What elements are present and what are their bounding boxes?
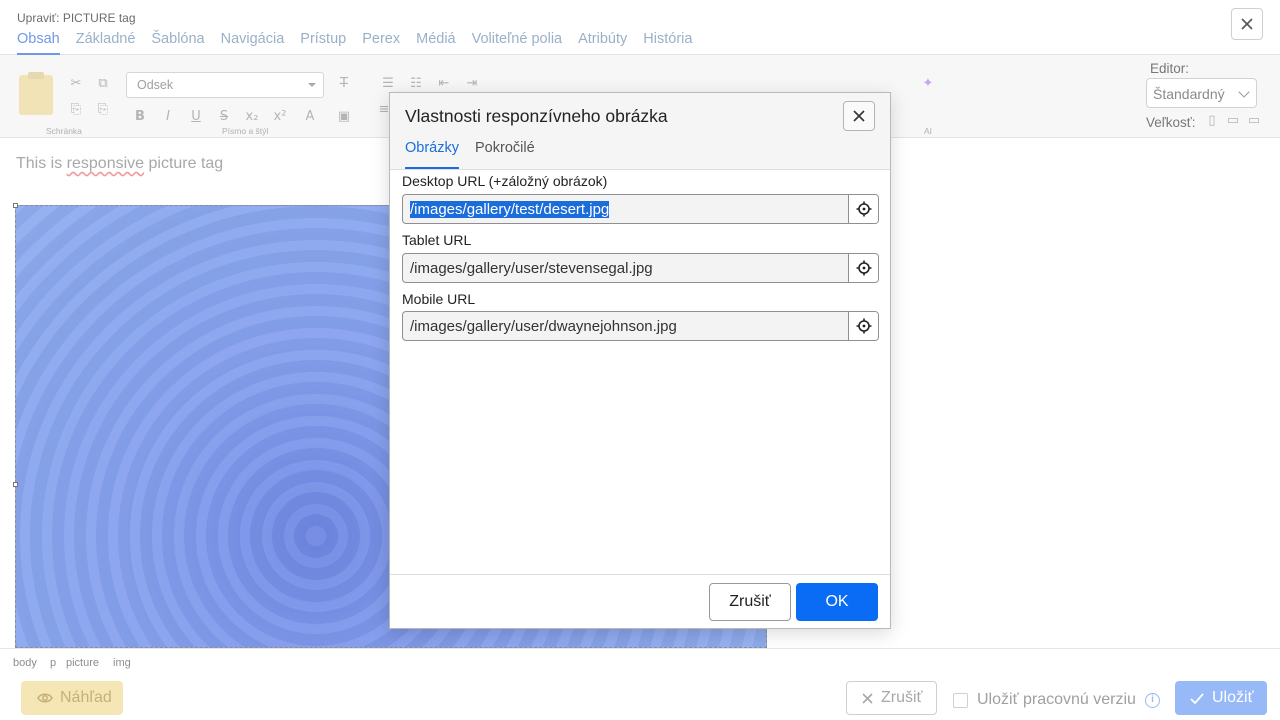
crosshair-icon (856, 260, 871, 276)
format-select-value: Odsek (137, 78, 174, 92)
editor-select-value: Štandardný (1153, 86, 1225, 102)
underline-icon[interactable]: U (188, 109, 204, 125)
crosshair-icon (856, 201, 871, 217)
dialog-close-button[interactable] (843, 101, 875, 131)
chevron-down-icon (308, 83, 316, 87)
crumb-body[interactable]: body (13, 657, 37, 669)
tablet-url-value: /images/gallery/user/stevensegal.jpg (410, 260, 653, 277)
mobile-url-field[interactable]: /images/gallery/user/dwaynejohnson.jpg (402, 311, 879, 341)
desktop-url-label: Desktop URL (+záložný obrázok) (402, 173, 608, 189)
ai-group-label: AI (924, 126, 933, 136)
close-icon (853, 110, 865, 122)
crosshair-icon (856, 318, 871, 334)
tab-volitelne-polia[interactable]: Voliteľné polia (472, 31, 563, 55)
tab-obrazky[interactable]: Obrázky (405, 140, 459, 169)
size-label: Veľkosť: (1146, 115, 1196, 130)
cut-icon[interactable]: ✂ (68, 76, 84, 92)
editor-label: Editor: (1150, 61, 1190, 76)
ai-sparkle-icon[interactable]: ✦ (920, 76, 936, 92)
indent-icon[interactable]: ⇥ (464, 76, 480, 92)
crumb-p[interactable]: p (50, 657, 56, 669)
dialog-footer: Zrušiť OK (390, 574, 890, 628)
tab-perex[interactable]: Perex (362, 31, 400, 55)
desktop-size-icon[interactable]: ▭ (1246, 113, 1262, 129)
desktop-url-value: /images/gallery/test/desert.jpg (410, 201, 610, 218)
work-version-option: Uložiť pracovnú verziu i (953, 691, 1160, 709)
paste-word-icon[interactable]: ⎘ (95, 102, 111, 118)
preview-button[interactable]: Náhľad (21, 681, 123, 715)
text-color-icon[interactable]: A (302, 109, 318, 125)
numbered-list-icon[interactable]: ☷ (408, 76, 424, 92)
window-close-button[interactable] (1231, 8, 1263, 40)
bg-color-icon[interactable]: ▣ (336, 109, 352, 125)
dialog-header: Vlastnosti responzívneho obrázka Obrázky… (390, 93, 890, 170)
window-tabs: Obsah Základné Šablóna Navigácia Prístup… (17, 31, 708, 55)
copy-icon[interactable]: ⧉ (95, 76, 111, 92)
tab-obsah[interactable]: Obsah (17, 31, 60, 55)
outdent-icon[interactable]: ⇤ (436, 76, 452, 92)
window-footer: Náhľad Zrušiť Uložiť pracovnú verziu i U… (0, 677, 1280, 720)
tab-historia[interactable]: História (643, 31, 692, 55)
paste-text-icon[interactable]: ⎘ (68, 102, 84, 118)
dialog-title: Vlastnosti responzívneho obrázka (405, 106, 668, 126)
window-header: Upraviť: PICTURE tag Obsah Základné Šabl… (0, 0, 1280, 55)
tab-media[interactable]: Médiá (416, 31, 456, 55)
tablet-url-field[interactable]: /images/gallery/user/stevensegal.jpg (402, 253, 879, 283)
save-label: Uložiť (1212, 689, 1254, 706)
desktop-url-browse-button[interactable] (848, 195, 878, 223)
responsive-image-dialog: Vlastnosti responzívneho obrázka Obrázky… (389, 92, 891, 629)
tab-zakladne[interactable]: Základné (76, 31, 136, 55)
remove-format-icon[interactable]: T̶ (336, 76, 352, 92)
dialog-cancel-button[interactable]: Zrušiť (709, 583, 791, 621)
bold-icon[interactable]: B (132, 109, 148, 125)
work-version-label: Uložiť pracovnú verziu (977, 691, 1136, 708)
paste-icon[interactable] (19, 72, 53, 115)
cancel-button[interactable]: Zrušiť (846, 681, 937, 715)
info-icon[interactable]: i (1144, 692, 1160, 708)
bullet-list-icon[interactable]: ☰ (380, 76, 396, 92)
tablet-url-browse-button[interactable] (848, 254, 878, 282)
mobile-url-browse-button[interactable] (848, 312, 878, 340)
chevron-down-icon (1238, 86, 1250, 98)
crumb-picture[interactable]: picture (66, 657, 99, 669)
dialog-ok-button[interactable]: OK (796, 583, 878, 621)
desktop-url-field[interactable]: /images/gallery/test/desert.jpg (402, 194, 879, 224)
strikethrough-icon[interactable]: S (216, 109, 232, 125)
tab-sablona[interactable]: Šablóna (151, 31, 204, 55)
editor-select[interactable]: Štandardný (1146, 78, 1257, 108)
subscript-icon[interactable]: x₂ (244, 109, 260, 125)
close-icon (1241, 18, 1253, 30)
check-icon (1190, 692, 1204, 704)
font-style-group-label: Písmo a štýl (222, 126, 269, 136)
crumb-img[interactable]: img (113, 657, 131, 669)
paragraph-text[interactable]: This is responsive picture tag (16, 155, 223, 173)
tablet-size-icon[interactable]: ▭ (1225, 113, 1241, 129)
resize-handle[interactable] (13, 203, 18, 208)
italic-icon[interactable]: I (160, 109, 176, 125)
eye-icon (37, 693, 53, 703)
preview-label: Náhľad (60, 689, 112, 706)
editor-settings: Editor: Štandardný Veľkosť: ▯ ▭ ▭ (1146, 55, 1268, 138)
mobile-url-label: Mobile URL (402, 291, 476, 307)
tablet-url-label: Tablet URL (402, 232, 472, 248)
window-title: Upraviť: PICTURE tag (17, 11, 136, 25)
resize-handle[interactable] (13, 482, 18, 487)
element-path-bar: body p picture img (0, 648, 1280, 677)
tab-pokrocile[interactable]: Pokročilé (475, 140, 535, 169)
clipboard-group-label: Schránka (46, 126, 82, 136)
superscript-icon[interactable]: x² (272, 109, 288, 125)
mobile-url-value: /images/gallery/user/dwaynejohnson.jpg (410, 318, 677, 335)
close-icon (862, 692, 873, 704)
phone-size-icon[interactable]: ▯ (1204, 113, 1220, 129)
tab-atributy[interactable]: Atribúty (578, 31, 627, 55)
tab-pristup[interactable]: Prístup (300, 31, 346, 55)
save-button[interactable]: Uložiť (1175, 681, 1267, 715)
format-select[interactable]: Odsek (126, 72, 324, 98)
work-version-checkbox[interactable] (953, 692, 968, 708)
dialog-tabs: Obrázky Pokročilé (405, 140, 551, 169)
tab-navigacia[interactable]: Navigácia (221, 31, 285, 55)
cancel-label: Zrušiť (881, 689, 923, 706)
